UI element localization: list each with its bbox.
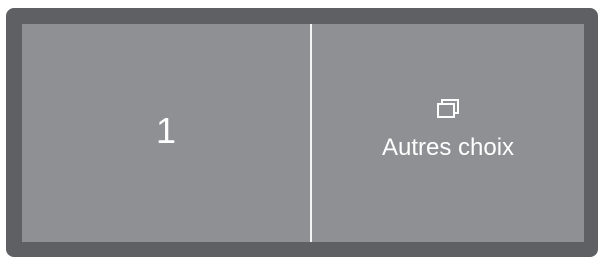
display-frame: 1 Autres choix [6, 8, 598, 257]
value-tile[interactable]: 1 [22, 24, 310, 242]
other-options-button[interactable]: Autres choix [312, 24, 584, 242]
selection-panel: 1 Autres choix [22, 24, 584, 242]
other-options-label: Autres choix [381, 134, 515, 161]
windows-stack-icon [437, 99, 459, 118]
value-number: 1 [155, 110, 177, 151]
